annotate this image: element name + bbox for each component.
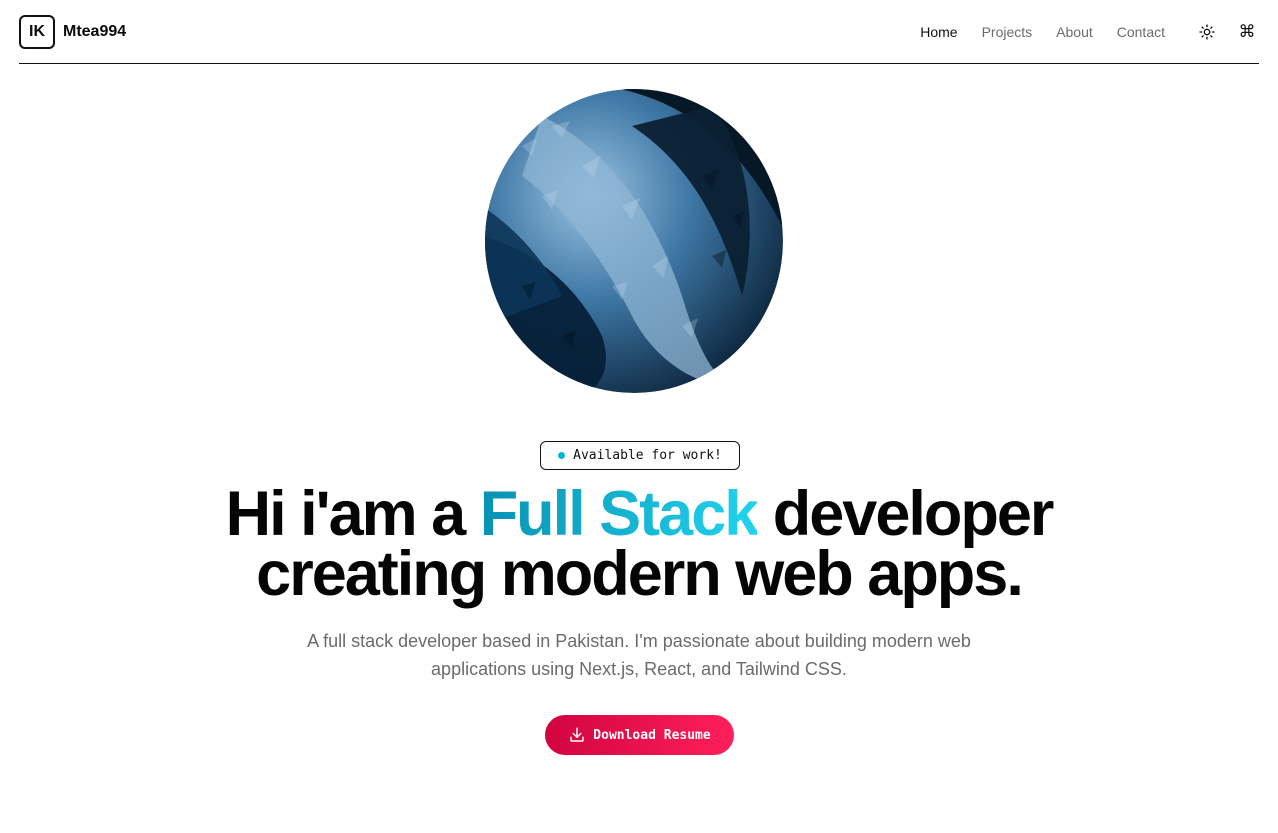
brand-name[interactable]: Mtea994 — [63, 23, 126, 41]
status-dot — [558, 452, 566, 459]
hero-sphere-image — [482, 86, 786, 396]
site-header: IK Mtea994 Home Projects About Contact ⌘ — [19, 0, 1259, 64]
availability-badge: Available for work! — [540, 441, 740, 470]
logo-badge[interactable]: IK — [19, 14, 55, 49]
nav-home[interactable]: Home — [920, 24, 957, 40]
command-menu-button[interactable]: ⌘ — [1235, 20, 1259, 44]
command-icon: ⌘ — [1238, 21, 1256, 42]
download-icon — [568, 726, 586, 744]
nav-about[interactable]: About — [1056, 24, 1093, 40]
sun-icon — [1199, 23, 1215, 40]
main-nav: Home Projects About Contact ⌘ — [920, 20, 1259, 44]
download-resume-button[interactable]: Download Resume — [545, 715, 734, 755]
headline-line2: creating modern web apps. — [256, 539, 1024, 609]
hero-headline: Hi i'am a Full Stack developer creating … — [0, 483, 1278, 606]
nav-contact[interactable]: Contact — [1117, 24, 1165, 40]
theme-toggle-button[interactable] — [1195, 20, 1219, 44]
download-resume-label: Download Resume — [593, 727, 711, 743]
nav-projects[interactable]: Projects — [982, 24, 1033, 40]
availability-text: Available for work! — [573, 448, 722, 463]
hero-subtitle: A full stack developer based in Pakistan… — [307, 631, 971, 679]
polygonal-sphere-graphic — [485, 89, 783, 393]
logo-initials: IK — [29, 22, 45, 40]
